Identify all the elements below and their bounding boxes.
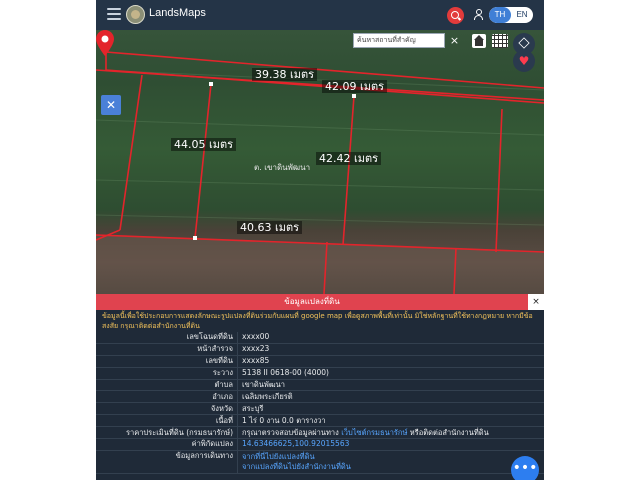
satellite-map[interactable]: ค้นหาสถานที่สำคัญ × ♥ ✕ 39.38 เมตร 42.09… xyxy=(96,30,544,294)
landsmaps-app: LandsMaps TH EN ค้นหาสถานที่สำคัญ × ♥ ✕ … xyxy=(96,0,544,480)
row-value: xxxx85 xyxy=(237,355,544,368)
landsmaps-logo xyxy=(126,5,145,24)
row-value: กรุณาตรวจสอบข้อมูลผ่านทาง เว็บไซต์กรมธนา… xyxy=(237,426,544,440)
row-key: เลขที่ดิน xyxy=(96,355,238,368)
directions-to-parcel-link[interactable]: จากที่นี่ไปยังแปลงที่ดิน xyxy=(242,452,315,461)
row-value: 1 ไร่ 0 งาน 0.0 ตารางวา xyxy=(237,414,544,428)
appraisal-text-suffix: หรือติดต่อสำนักงานที่ดิน xyxy=(407,427,489,437)
field-texture xyxy=(96,69,544,226)
top-bar: LandsMaps TH EN xyxy=(96,0,544,30)
row-key: ตำบล xyxy=(96,379,238,392)
row-value: xxxx00 xyxy=(237,332,544,344)
measurement-label: 39.38 เมตร xyxy=(252,68,318,81)
measurement-label: 40.63 เมตร xyxy=(237,221,303,234)
row-key: เลขโฉนดที่ดิน xyxy=(96,332,238,344)
close-panel-button[interactable]: × xyxy=(528,294,544,310)
table-row: เนื้อที่ 1 ไร่ 0 งาน 0.0 ตารางวา xyxy=(96,414,544,428)
appraisal-text: กรุณาตรวจสอบข้อมูลผ่านทาง xyxy=(242,427,342,437)
row-key: ราคาประเมินที่ดิน (กรมธนารักษ์) xyxy=(96,426,238,440)
directions-to-office-link[interactable]: จากแปลงที่ดินไปยังสำนักงานที่ดิน xyxy=(242,462,351,471)
row-value: จากที่นี่ไปยังแปลงที่ดิน จากแปลงที่ดินไปย… xyxy=(237,450,544,474)
treasury-website-link[interactable]: เว็บไซต์กรมธนารักษ์ xyxy=(341,428,407,437)
row-key: ข้อมูลการเดินทาง xyxy=(96,450,238,474)
disclaimer-notice: ข้อมูลนี้เพื่อใช้ประกอบการแสดงลักษณะรูปแ… xyxy=(96,310,544,332)
clear-search-button[interactable]: × xyxy=(446,33,463,48)
row-key: จังหวัด xyxy=(96,402,238,416)
location-pin-icon[interactable] xyxy=(96,30,114,56)
language-toggle[interactable]: TH EN xyxy=(489,7,533,23)
measurement-label: 44.05 เมตร xyxy=(171,138,237,151)
table-row: หน้าสำรวจ xxxx23 xyxy=(96,343,544,356)
home-icon[interactable] xyxy=(472,34,486,48)
measurement-label: 42.42 เมตร xyxy=(316,152,382,165)
table-row: เลขโฉนดที่ดิน xxxx00 xyxy=(96,332,544,344)
table-row: ระวาง 5138 II 0618-00 (4000) xyxy=(96,367,544,380)
table-row: ตำบล เขาดินพัฒนา xyxy=(96,379,544,392)
row-value: เขาดินพัฒนา xyxy=(237,379,544,392)
table-row: ข้อมูลการเดินทาง จากที่นี่ไปยังแปลงที่ดิ… xyxy=(96,450,544,474)
table-row: ค่าพิกัดแปลง 14.63466625,100.92015563 xyxy=(96,438,544,451)
coordinates-link[interactable]: 14.63466625,100.92015563 xyxy=(242,439,349,448)
row-value: xxxx23 xyxy=(237,343,544,356)
more-options-button[interactable]: ••• xyxy=(511,456,539,480)
row-value: 5138 II 0618-00 (4000) xyxy=(237,367,544,380)
table-row: อำเภอ เฉลิมพระเกียรติ xyxy=(96,390,544,404)
row-key: หน้าสำรวจ xyxy=(96,343,238,356)
row-key: ระวาง xyxy=(96,367,238,380)
measure-tool-icon[interactable]: ✕ xyxy=(101,95,121,115)
table-row: จังหวัด สระบุรี xyxy=(96,402,544,416)
search-icon[interactable] xyxy=(447,7,464,24)
table-row: ราคาประเมินที่ดิน (กรมธนารักษ์) กรุณาตรว… xyxy=(96,426,544,440)
row-key: อำเภอ xyxy=(96,390,238,404)
menu-icon[interactable] xyxy=(107,8,121,21)
row-value: สระบุรี xyxy=(237,402,544,416)
row-value: เฉลิมพระเกียรติ xyxy=(237,390,544,404)
table-row: เลขที่ดิน xxxx85 xyxy=(96,355,544,368)
user-icon[interactable] xyxy=(473,9,483,20)
row-key: ค่าพิกัดแปลง xyxy=(96,438,238,451)
favorite-heart-icon[interactable]: ♥ xyxy=(513,50,535,72)
measurement-label: 42.09 เมตร xyxy=(322,80,388,93)
row-key: เนื้อที่ xyxy=(96,414,238,428)
row-value: 14.63466625,100.92015563 xyxy=(237,438,544,451)
parcel-info-table: เลขโฉนดที่ดิน xxxx00 หน้าสำรวจ xxxx23 เลขท… xyxy=(96,332,544,474)
panel-title: ข้อมูลแปลงที่ดิน xyxy=(284,297,340,306)
lang-en-button[interactable]: EN xyxy=(511,7,533,23)
place-search-input[interactable]: ค้นหาสถานที่สำคัญ xyxy=(353,33,445,48)
lang-th-button[interactable]: TH xyxy=(489,7,511,23)
brand-title: LandsMaps xyxy=(149,7,206,19)
panel-header: ข้อมูลแปลงที่ดิน × xyxy=(96,294,544,310)
parcel-location-label: ต. เขาดินพัฒนา xyxy=(254,163,311,172)
grid-icon[interactable] xyxy=(492,34,508,48)
